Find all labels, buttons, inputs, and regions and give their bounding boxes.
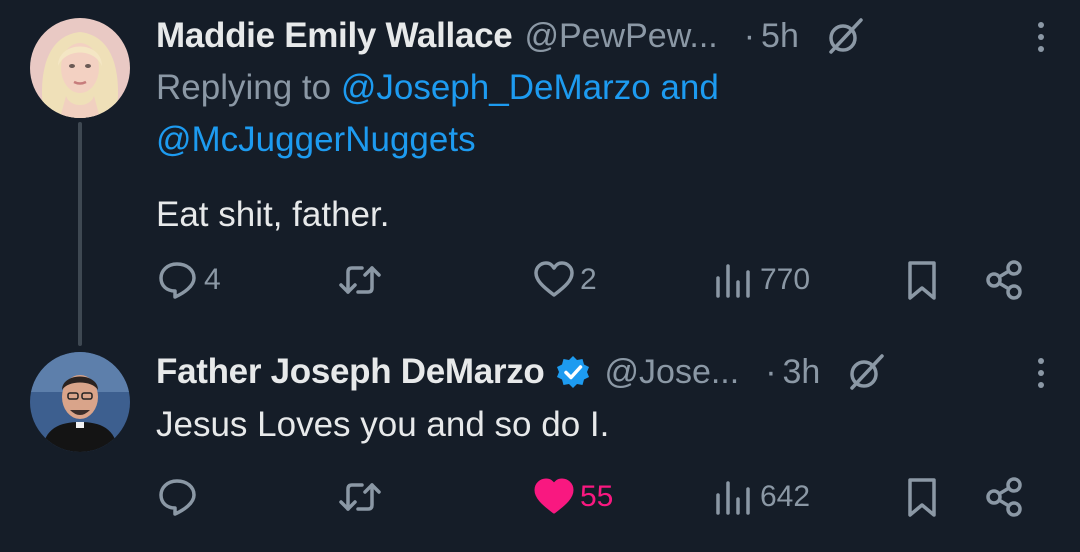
retweet-icon	[339, 483, 381, 511]
retweet-button[interactable]	[338, 472, 386, 522]
author-name[interactable]: Father Joseph DeMarzo	[156, 352, 545, 392]
like-icon	[534, 261, 574, 297]
tweet-header: Father Joseph DeMarzo @Jose... · 3h	[156, 348, 1080, 396]
avatar[interactable]	[30, 18, 130, 118]
tweet-text: Eat shit, father.	[156, 195, 390, 234]
views-icon	[716, 481, 750, 515]
grok-icon[interactable]	[846, 352, 886, 392]
views-button[interactable]: 770	[712, 255, 810, 305]
retweet-icon	[339, 266, 381, 294]
views-button[interactable]: 642	[712, 472, 810, 522]
author-handle[interactable]: @PewPew...	[524, 17, 717, 56]
like-icon	[534, 478, 574, 514]
thread-line	[78, 122, 82, 346]
reply-button[interactable]: 4	[156, 255, 221, 305]
reply-icon	[159, 479, 196, 516]
bookmark-button[interactable]	[900, 255, 944, 305]
bookmark-button[interactable]	[900, 472, 944, 522]
tweet-header: Maddie Emily Wallace @PewPew... · 5h	[156, 12, 1080, 60]
separator-dot: ·	[743, 16, 756, 55]
like-button[interactable]: 55	[532, 472, 613, 522]
reply-icon	[159, 262, 196, 299]
reply-button[interactable]	[156, 472, 204, 522]
tweet-text: Jesus Loves you and so do I.	[156, 405, 610, 444]
like-count: 55	[580, 480, 614, 513]
tweet-father-joseph[interactable]: Father Joseph DeMarzo @Jose... · 3h Jesu…	[0, 340, 1080, 552]
action-bar: 55 642	[156, 472, 1080, 522]
replying-prefix: Replying to	[156, 68, 332, 107]
replying-to: Replying to @Joseph_DeMarzo and @McJugge…	[156, 62, 856, 166]
mention-link[interactable]: @McJuggerNuggets	[156, 120, 476, 159]
separator-dot: ·	[765, 352, 777, 391]
share-icon	[986, 477, 1022, 517]
verified-badge-icon[interactable]	[555, 354, 591, 390]
share-button[interactable]	[982, 472, 1026, 522]
more-icon[interactable]	[1034, 356, 1048, 390]
views-count: 642	[760, 480, 811, 513]
avatar[interactable]	[30, 352, 130, 452]
grok-icon[interactable]	[825, 16, 865, 56]
share-button[interactable]	[982, 255, 1026, 305]
share-icon	[986, 260, 1022, 300]
action-bar: 4 2 770	[156, 255, 1080, 305]
like-button[interactable]: 2	[532, 255, 597, 305]
like-count: 2	[580, 263, 597, 296]
mention-link[interactable]: @Joseph_DeMarzo and	[341, 68, 719, 107]
bookmark-icon	[908, 478, 936, 517]
timestamp[interactable]: 5h	[761, 17, 799, 56]
more-icon[interactable]	[1034, 20, 1048, 54]
views-icon	[716, 264, 750, 298]
retweet-button[interactable]	[338, 255, 386, 305]
author-handle[interactable]: @Jose...	[605, 353, 740, 392]
views-count: 770	[760, 263, 811, 296]
author-name[interactable]: Maddie Emily Wallace	[156, 16, 513, 56]
tweet-maddie[interactable]: Maddie Emily Wallace @PewPew... · 5h Rep…	[0, 0, 1080, 346]
reply-count: 4	[204, 263, 221, 296]
timestamp[interactable]: 3h	[783, 353, 821, 392]
bookmark-icon	[908, 261, 936, 300]
